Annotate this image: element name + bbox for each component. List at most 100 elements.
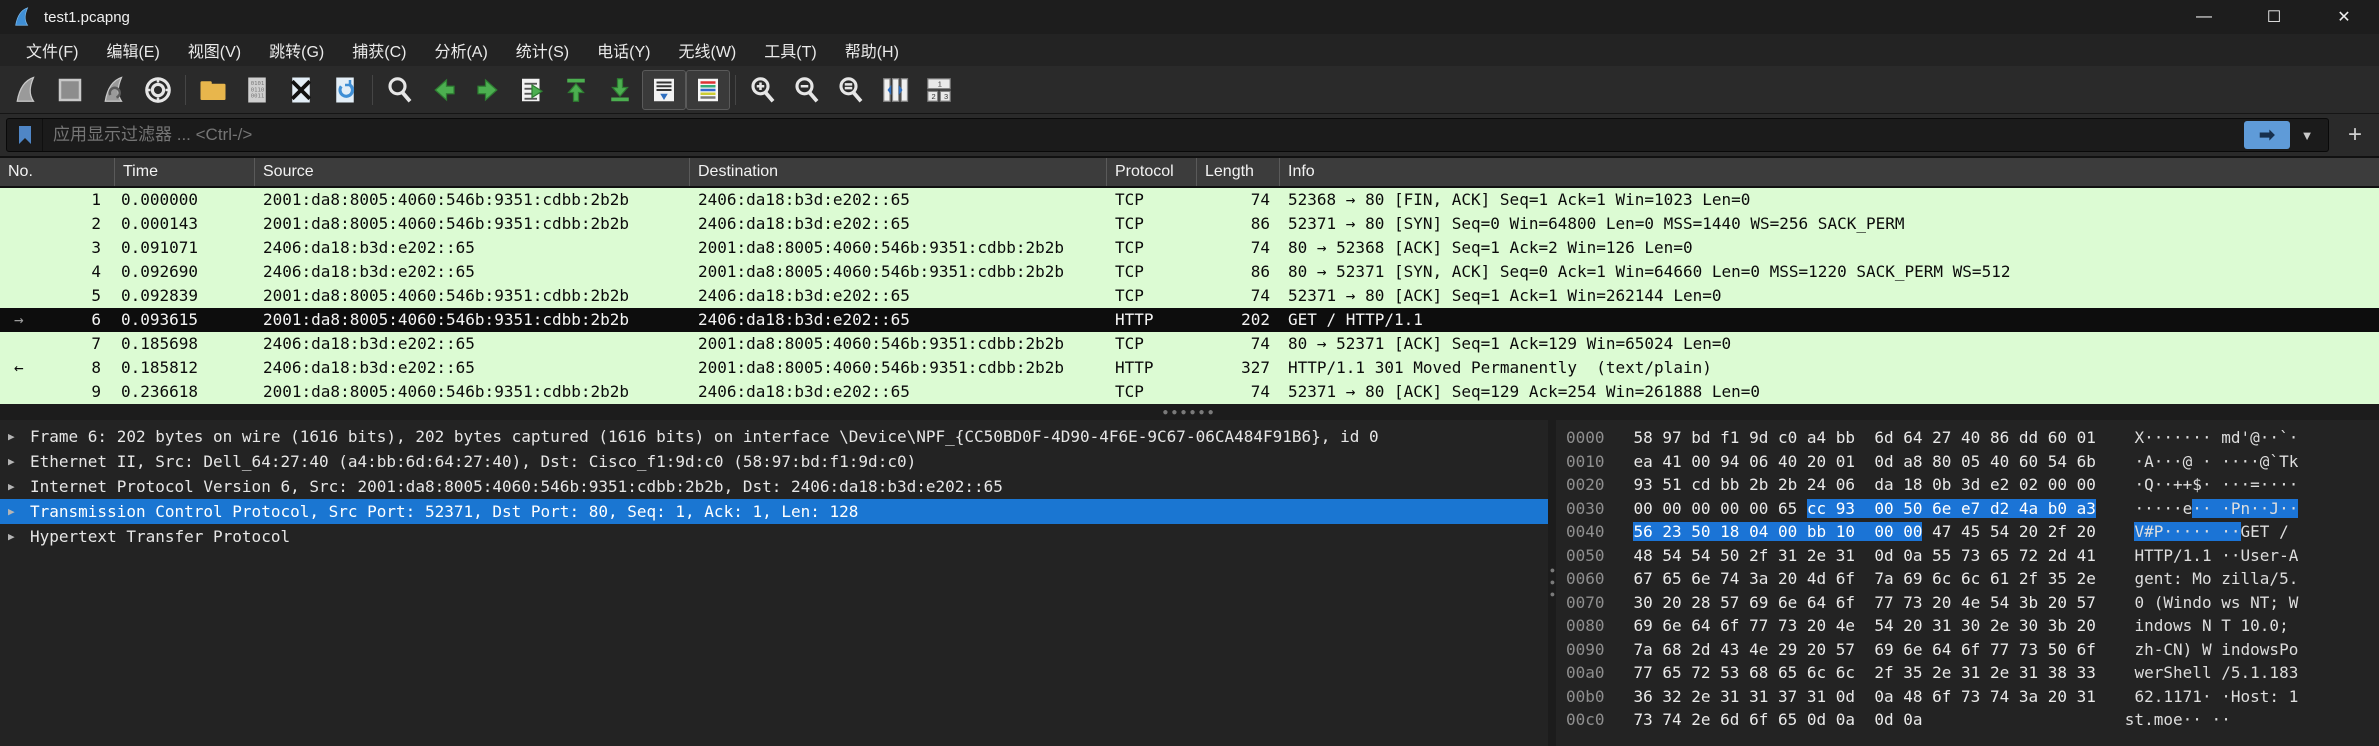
hex-byte[interactable]: 50: [2048, 640, 2067, 659]
hex-row[interactable]: 0010 ea 41 00 94 06 40 20 01 0d a8 80 05…: [1566, 450, 2379, 474]
ascii-char[interactable]: 1: [2163, 687, 2173, 706]
ascii-char[interactable]: ·: [2202, 499, 2212, 518]
ascii-char[interactable]: n: [2183, 593, 2193, 612]
hex-byte[interactable]: 00: [2048, 475, 2067, 494]
ascii-char[interactable]: -: [2279, 546, 2289, 565]
ascii-char[interactable]: ·: [2289, 475, 2299, 494]
ascii-char[interactable]: s: [2125, 710, 2135, 729]
ascii-char[interactable]: ·: [2279, 499, 2289, 518]
ascii-char[interactable]: 1: [2269, 663, 2279, 682]
ascii-char[interactable]: d: [2154, 616, 2164, 635]
hex-byte[interactable]: 54: [1990, 593, 2009, 612]
save-file-icon[interactable]: 010101100011: [235, 70, 279, 110]
packet-row[interactable]: 30.0910712406:da18:b3d:e202::652001:da8:…: [0, 236, 2379, 260]
hex-byte[interactable]: 30: [1961, 616, 1980, 635]
ascii-char[interactable]: `: [2279, 428, 2289, 447]
hex-byte[interactable]: 2d: [2048, 546, 2067, 565]
packet-row[interactable]: 90.2366182001:da8:8005:4060:546b:9351:cd…: [0, 380, 2379, 404]
hex-byte[interactable]: 93: [1836, 499, 1855, 518]
hex-byte[interactable]: 00: [1691, 452, 1710, 471]
hex-byte[interactable]: 6e: [1778, 593, 1797, 612]
ascii-char[interactable]: ·: [2163, 499, 2173, 518]
hex-byte[interactable]: 35: [1903, 663, 1922, 682]
hex-byte[interactable]: 0d: [1874, 452, 1893, 471]
hex-byte[interactable]: 0a: [1903, 710, 1922, 729]
go-to-packet-icon[interactable]: [510, 70, 554, 110]
capture-options-icon[interactable]: [136, 70, 180, 110]
ascii-char[interactable]: 1: [2289, 687, 2299, 706]
ascii-char[interactable]: z: [2134, 640, 2144, 659]
hex-byte[interactable]: 48: [1633, 546, 1652, 565]
resize-columns-icon[interactable]: [873, 70, 917, 110]
hex-byte[interactable]: 41: [1662, 452, 1681, 471]
hex-byte[interactable]: 00: [2077, 475, 2096, 494]
hex-byte[interactable]: 6f: [1961, 640, 1980, 659]
hex-byte[interactable]: 43: [1720, 640, 1739, 659]
hex-byte[interactable]: 2b: [1778, 475, 1797, 494]
ascii-char[interactable]: :: [2269, 687, 2279, 706]
hex-byte[interactable]: 6f: [1836, 593, 1855, 612]
hex-byte[interactable]: 0a: [1836, 710, 1855, 729]
menu-item-1[interactable]: 编辑(E): [92, 34, 173, 66]
packet-row[interactable]: →60.0936152001:da8:8005:4060:546b:9351:c…: [0, 308, 2379, 332]
hex-byte[interactable]: 67: [1633, 569, 1652, 588]
hex-byte[interactable]: 60: [2019, 452, 2038, 471]
ascii-char[interactable]: ·: [2221, 452, 2231, 471]
hex-byte[interactable]: 31: [1807, 687, 1826, 706]
hex-byte[interactable]: 9d: [1749, 428, 1768, 447]
hex-byte[interactable]: b0: [2048, 499, 2067, 518]
ascii-char[interactable]: e: [2144, 569, 2154, 588]
hex-byte[interactable]: 30: [2019, 616, 2038, 635]
hex-row[interactable]: 00c0 73 74 2e 6d 6f 65 0d 0a 0d 0a st.mo…: [1566, 708, 2379, 732]
hex-byte[interactable]: 6f: [1749, 710, 1768, 729]
go-bottom-icon[interactable]: [598, 70, 642, 110]
ascii-char[interactable]: J: [2269, 499, 2279, 518]
hex-byte[interactable]: 6c: [1836, 663, 1855, 682]
ascii-char[interactable]: ·: [2202, 452, 2212, 471]
ascii-char[interactable]: i: [2231, 569, 2241, 588]
ascii-char[interactable]: t: [2163, 569, 2173, 588]
ascii-char[interactable]: G: [2241, 522, 2251, 541]
hex-byte[interactable]: ea: [1633, 452, 1652, 471]
hex-byte[interactable]: 6b: [2077, 452, 2096, 471]
hex-byte[interactable]: 20: [2077, 616, 2096, 635]
detail-line[interactable]: ▶Ethernet II, Src: Dell_64:27:40 (a4:bb:…: [0, 449, 1548, 474]
hex-byte[interactable]: 2e: [1990, 663, 2009, 682]
ascii-char[interactable]: m: [2221, 428, 2231, 447]
hex-byte[interactable]: 18: [1903, 475, 1922, 494]
hex-byte[interactable]: 50: [1903, 499, 1922, 518]
ascii-char[interactable]: T: [2260, 522, 2270, 541]
ascii-char[interactable]: C: [2163, 640, 2173, 659]
hex-byte[interactable]: 20: [2019, 522, 2038, 541]
ascii-char[interactable]: m: [2154, 710, 2164, 729]
ascii-char[interactable]: [2212, 663, 2222, 682]
hex-byte[interactable]: 48: [1903, 687, 1922, 706]
hex-byte[interactable]: 54: [1691, 546, 1710, 565]
ascii-char[interactable]: M: [2192, 569, 2202, 588]
ascii-char[interactable]: ): [2183, 640, 2193, 659]
hex-byte[interactable]: 06: [1749, 452, 1768, 471]
ascii-char[interactable]: ·: [2134, 452, 2144, 471]
ascii-char[interactable]: ·: [2231, 475, 2241, 494]
ascii-char[interactable]: V: [2134, 522, 2144, 541]
ascii-char[interactable]: l: [2250, 569, 2260, 588]
ascii-char[interactable]: ·: [2202, 522, 2212, 541]
hex-byte[interactable]: 6e: [1903, 640, 1922, 659]
display-filter-input[interactable]: [43, 125, 2244, 145]
hex-byte[interactable]: 00: [1691, 499, 1710, 518]
hex-byte[interactable]: 20: [1807, 452, 1826, 471]
hex-byte[interactable]: 2b: [1749, 475, 1768, 494]
hex-byte[interactable]: 77: [1990, 640, 2009, 659]
hex-byte[interactable]: 61: [1990, 569, 2009, 588]
ascii-char[interactable]: ;: [2269, 593, 2279, 612]
menu-item-7[interactable]: 电话(Y): [583, 34, 664, 66]
ascii-char[interactable]: ·: [2221, 546, 2231, 565]
hex-byte[interactable]: 7a: [1874, 569, 1893, 588]
horizontal-splitter[interactable]: ●●●●●●: [0, 404, 2379, 420]
hex-byte[interactable]: 2f: [2048, 522, 2067, 541]
ascii-char[interactable]: ·: [2173, 452, 2183, 471]
ascii-char[interactable]: [2289, 522, 2299, 541]
filter-dropdown-caret[interactable]: ▼: [2294, 121, 2320, 149]
ascii-char[interactable]: [2279, 593, 2289, 612]
zoom-normal-icon[interactable]: [829, 70, 873, 110]
